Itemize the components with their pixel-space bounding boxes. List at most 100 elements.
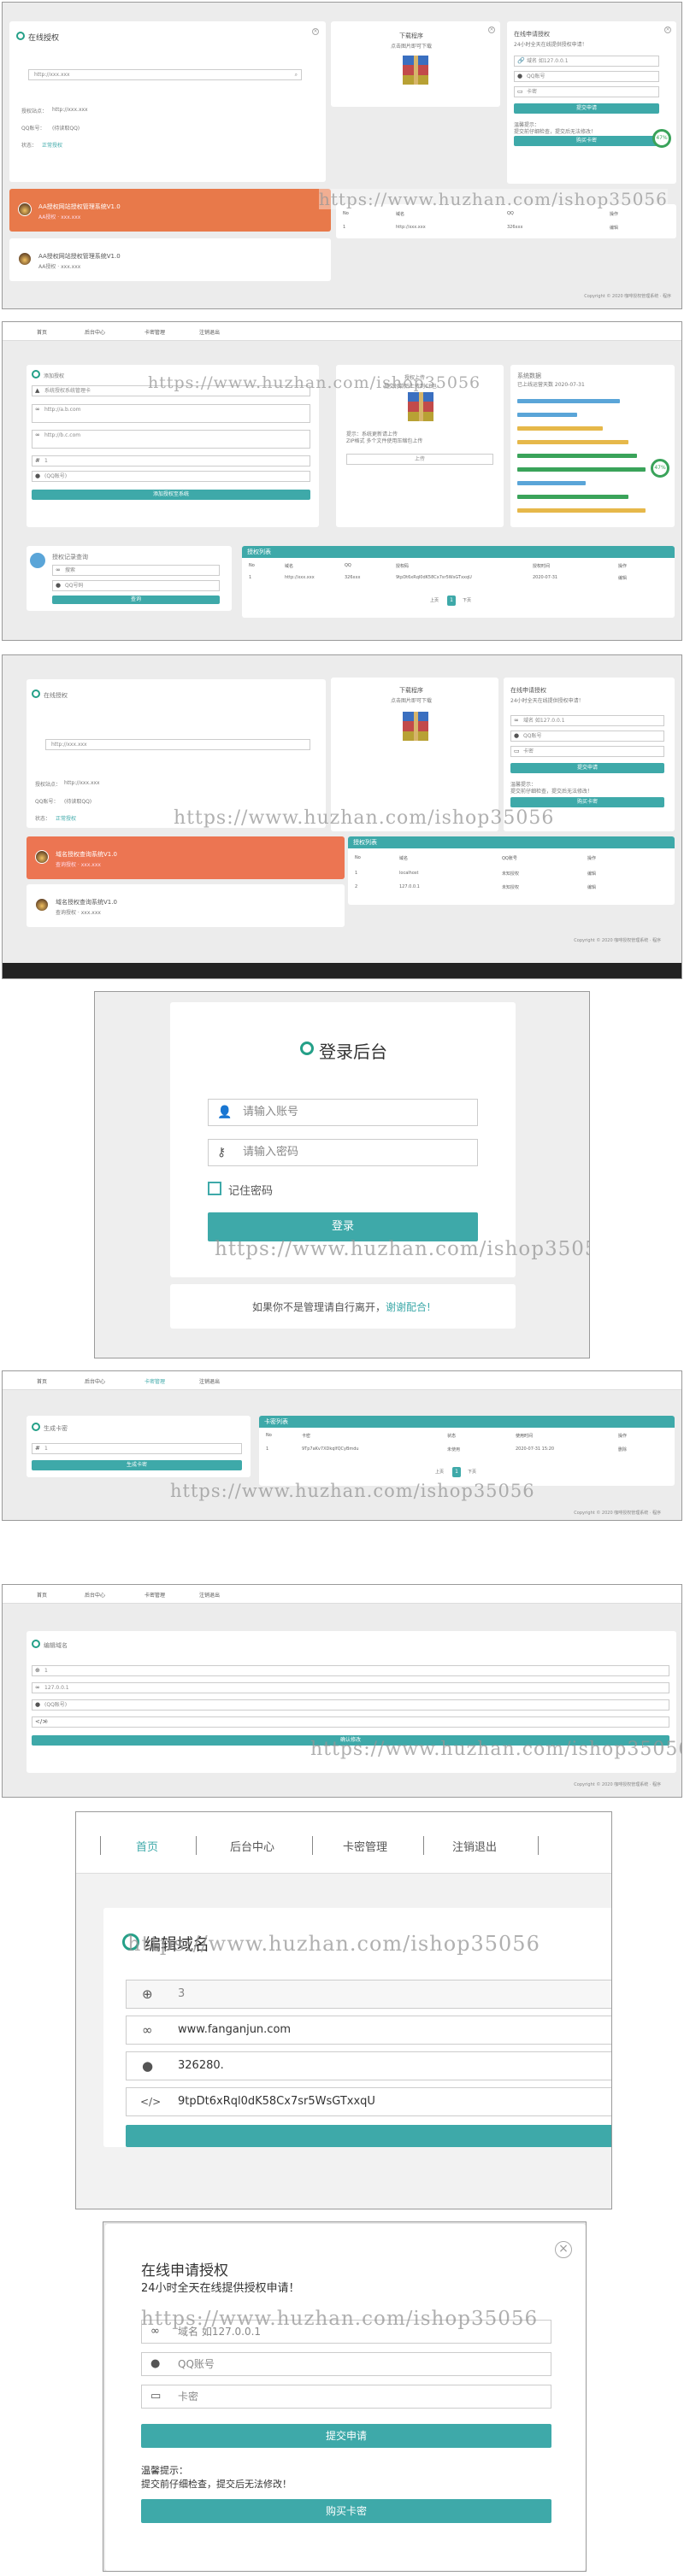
card-input[interactable]: ▭ 卡密 [141,2385,551,2409]
edit-confirm-button[interactable]: 确认修改 [32,1735,669,1746]
search-field-qq[interactable]: ● QQ号码 [52,580,220,591]
edit-qq-input[interactable]: ● (QQ账号) [32,1699,669,1710]
generate-button[interactable]: 生成卡密 [32,1460,242,1470]
link-icon: ∞ [35,431,40,438]
nav-cards[interactable]: 卡密管理 [144,328,165,336]
add-field-qq[interactable]: ● (QQ账号) [32,471,310,482]
card-input[interactable]: ▭ 卡密 [510,746,664,757]
close-icon[interactable]: × [555,2241,572,2258]
domain-input[interactable]: ∞ 域名 如127.0.0.1 [141,2320,551,2344]
nav-backend[interactable]: 后台中心 [85,1591,105,1599]
buy-card-button[interactable]: 购买卡密 [141,2499,551,2523]
remember-checkbox[interactable] [208,1182,221,1195]
password-input[interactable]: ⚷ 请输入密码 [208,1139,478,1166]
qq-input[interactable]: ● QQ账号 [510,731,664,742]
nav-cards[interactable]: 卡密管理 [144,1591,165,1599]
edit-code-input[interactable]: </> 0 [32,1716,669,1728]
nav-cards[interactable]: 卡密管理 [144,1377,165,1385]
apply-card: × 在线申请授权 24小时全天在线提供授权申请！ 🔗 域名 如127.0.0.1 … [507,21,676,184]
pager-prev[interactable]: 上页 [430,597,439,603]
ad-white-banner[interactable]: AA授权网站授权管理系统V1.0 AA授权 · xxx.xxx [9,238,331,281]
edit-qq-input[interactable]: ● 326280. [126,2051,611,2080]
tip-title: 温馨提示： [141,2465,188,2476]
add-field-domain1[interactable]: ∞ http://a.b.com [32,404,310,423]
nav-home[interactable]: 首页 [136,1838,158,1854]
buy-card-button[interactable]: 购买卡密 [514,136,659,146]
search-field[interactable]: ∞ 搜索 [52,565,220,576]
winrar-archive-icon[interactable] [408,392,433,421]
login-button[interactable]: 登录 [208,1212,478,1241]
add-field-domain2[interactable]: ∞ http://b.c.com [32,430,310,449]
ad-white-banner[interactable]: 域名授权查询系统V1.0 查询授权 · xxx.xxx [27,884,345,927]
logo-ring-icon [32,1640,40,1648]
upload-button[interactable]: 上传 [346,454,493,465]
edit-id-input[interactable]: ⊕ 1 [32,1665,669,1676]
edit-link[interactable]: 编辑 [587,884,596,890]
generate-count-input[interactable]: #1 [32,1443,242,1454]
close-icon[interactable]: × [312,28,319,35]
card-input[interactable]: ▭ 卡密 [514,86,659,97]
add-field-name[interactable]: ▲ 系统授权系统管理卡 [32,385,310,396]
link-icon: ∞ [56,566,61,573]
submit-apply-button[interactable]: 提交申请 [514,103,659,114]
submit-apply-button[interactable]: 提交申请 [141,2424,551,2448]
nav-backend[interactable]: 后台中心 [230,1838,274,1854]
nav-logout[interactable]: 注销退出 [199,1591,220,1599]
domain-input[interactable]: 🔗 域名 如127.0.0.1 [514,56,659,67]
download-card[interactable]: × 下载程序 点击图片即可下载 [331,21,500,107]
download-card[interactable]: 下载程序 点击图片即可下载 [331,678,498,831]
pager-next[interactable]: 下页 [468,1469,476,1475]
edit-id-input[interactable]: ⊕ 3 [126,1980,611,2009]
nav-logout[interactable]: 注销退出 [452,1838,497,1854]
pager-current[interactable]: 1 [447,596,456,606]
delete-link[interactable]: 删除 [618,1446,627,1452]
edit-link[interactable]: 编辑 [587,871,596,877]
nav-home[interactable]: 首页 [37,328,47,336]
ad-orange-banner[interactable]: 域名授权查询系统V1.0 查询授权 · xxx.xxx [27,836,345,879]
nav-home[interactable]: 首页 [37,1591,47,1599]
close-icon[interactable]: × [664,26,671,33]
domain-input[interactable]: ∞ 域名 如127.0.0.1 [510,715,664,726]
query-input[interactable]: http://xxx.xxx ⌕ [28,69,302,80]
edit-confirm-button[interactable] [126,2125,611,2147]
divider [100,1836,101,1855]
nav-logout[interactable]: 注销退出 [199,1377,220,1385]
qq-input[interactable]: ● QQ账号 [141,2352,551,2376]
nav-cards[interactable]: 卡密管理 [343,1838,387,1854]
query-input[interactable]: http://xxx.xxx [45,739,310,750]
notice-link[interactable]: 谢谢配合! [386,1301,431,1313]
buy-card-button[interactable]: 购买卡密 [510,797,664,807]
site-value: http://xxx.xxx [64,780,100,786]
edit-code-input[interactable]: </> 9tpDt6xRql0dK58Cx7sr5WsGTxxqU [126,2087,611,2116]
pager-prev[interactable]: 上页 [435,1469,444,1475]
nav-logout[interactable]: 注销退出 [199,328,220,336]
add-auth-button[interactable]: 添加授权至系统 [32,490,310,500]
add-field-count[interactable]: #1 [32,455,310,466]
user-icon: ▲ [35,387,40,394]
ad-orange-banner[interactable]: AA授权网站授权管理系统V1.0 AA授权 · xxx.xxx [9,189,331,232]
nav-backend[interactable]: 后台中心 [85,328,105,336]
search-icon[interactable]: ⌕ [295,70,298,79]
username-input[interactable]: 👤 请输入账号 [208,1099,478,1126]
edit-link[interactable]: 编辑 [618,575,627,581]
pager-next[interactable]: 下页 [463,597,471,603]
winrar-archive-icon[interactable] [403,712,428,741]
edit-domain-input[interactable]: ∞ www.fanganjun.com [126,2016,611,2045]
query-card: 在线授权 http://xxx.xxx 授权站点： http://xxx.xxx… [27,679,326,828]
winrar-archive-icon[interactable] [403,56,428,85]
table-cell[interactable]: 编辑 [610,225,618,231]
pager-current[interactable]: 1 [452,1467,461,1477]
search-button[interactable]: 查询 [52,596,220,604]
table-cell: http://xxx.xxx [396,225,426,230]
logo-ring-icon [32,689,40,698]
table-cell: 2020-07-31 [533,575,558,580]
close-icon[interactable]: × [488,26,495,33]
submit-apply-button[interactable]: 提交申请 [510,763,664,773]
qq-input[interactable]: ● QQ账号 [514,71,659,82]
apply-title: 在线申请授权 [141,2262,228,2280]
progress-percent-badge: 47% [651,459,669,478]
edit-domain-input[interactable]: ∞ 127.0.0.1 [32,1682,669,1693]
nav-backend[interactable]: 后台中心 [85,1377,105,1385]
nav-home[interactable]: 首页 [37,1377,47,1385]
table-header: 操作 [587,856,597,861]
